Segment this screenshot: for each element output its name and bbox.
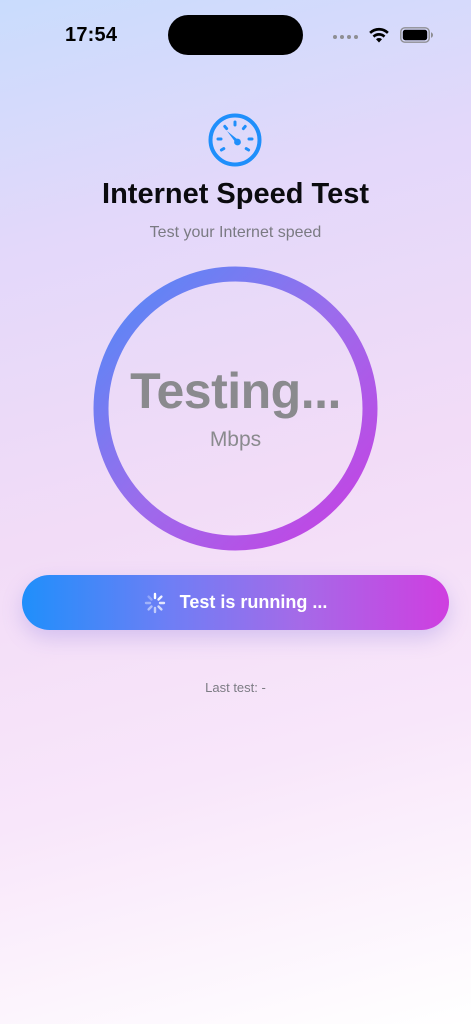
speed-unit: Mbps bbox=[209, 428, 262, 451]
cellular-dots-icon bbox=[333, 35, 358, 39]
last-test-text: Last test: - bbox=[205, 680, 266, 695]
run-test-label: Test is running ... bbox=[179, 592, 328, 612]
spinner-icon bbox=[144, 592, 165, 613]
wifi-icon bbox=[369, 27, 389, 43]
page-title: Internet Speed Test bbox=[102, 178, 369, 210]
speedometer-icon bbox=[208, 113, 262, 167]
dynamic-island bbox=[168, 15, 303, 55]
run-test-button[interactable]: Test is running ... bbox=[22, 575, 449, 630]
page-subtitle: Test your Internet speed bbox=[149, 224, 322, 241]
speed-gauge: Testing... Mbps bbox=[93, 266, 378, 551]
status-time: 17:54 bbox=[65, 24, 118, 46]
status-icons bbox=[333, 24, 434, 46]
battery-icon bbox=[400, 27, 433, 43]
status-bar: 17:54 bbox=[0, 0, 471, 70]
speed-value: Testing... bbox=[130, 363, 341, 419]
